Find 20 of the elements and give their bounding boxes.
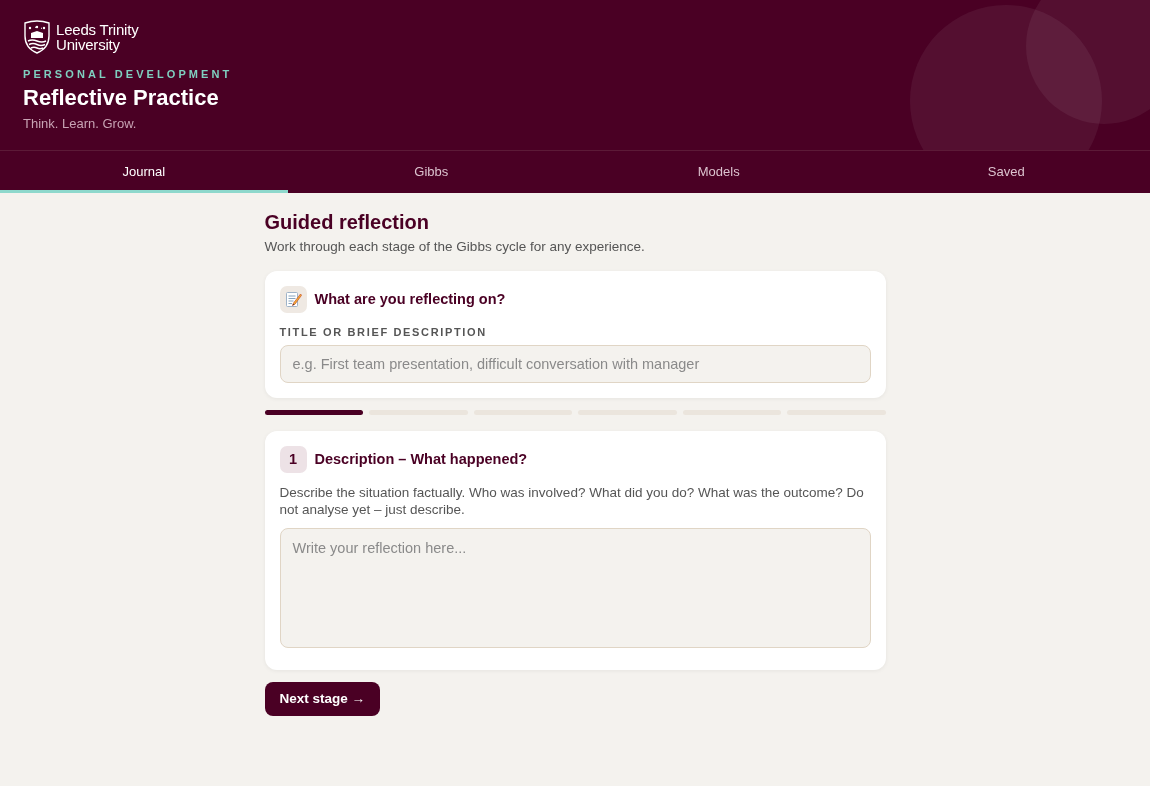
nav-tab[interactable]: Models [575,151,863,193]
stage-prompt: Describe the situation factually. Who was involved? What did you do? What was the outcome? Do not analyse yet – just describe. [279,484,865,518]
reflection-textarea[interactable]: Write your reflection here... [279,528,871,648]
tagline: Think. Learn. Grow. [23,115,137,133]
card-title: Description – What happened? [314,449,528,469]
title-input[interactable]: e.g. First team presentation, difficult conversation with manager [279,345,871,383]
section-subheading: Work through each stage of the Gibbs cycle for any experience. [264,238,645,256]
next-stage-button[interactable]: Next stage → [264,682,381,716]
app-title: Reflective Practice [23,84,219,112]
section-heading: Guided reflection [264,210,429,235]
eyebrow-label: PERSONAL DEVELOPMENT [23,67,233,81]
stage-number-badge: 1 [279,446,307,473]
nav-tab[interactable]: Journal [0,151,288,193]
card-title: What are you reflecting on? [314,289,506,309]
shield-logo-icon [23,20,51,54]
logo-text: Leeds Trinity University [56,22,139,52]
nav-tab[interactable]: Gibbs [287,151,575,193]
field-label: TITLE OR BRIEF DESCRIPTION [279,325,487,339]
nav-tab[interactable]: Saved [862,151,1150,193]
memo-pencil-icon [279,286,307,313]
